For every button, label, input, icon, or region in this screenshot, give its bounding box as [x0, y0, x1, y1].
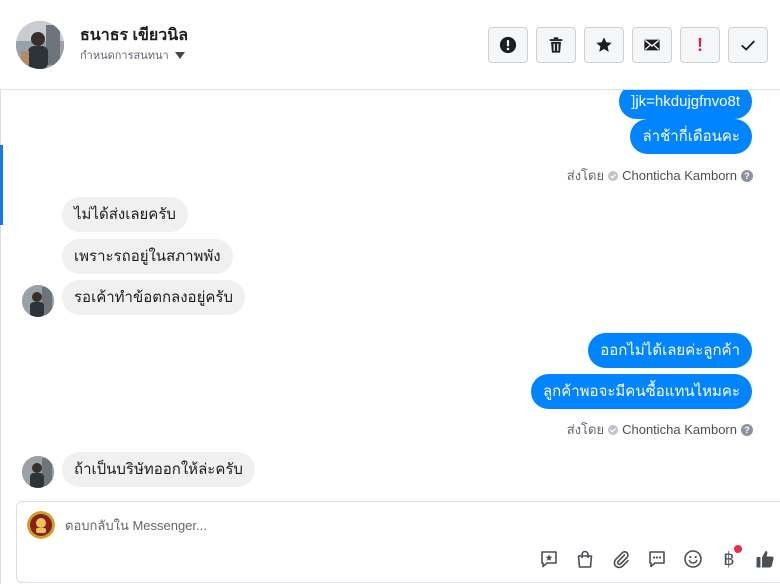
delete-button[interactable] — [536, 27, 576, 63]
reply-input[interactable] — [65, 514, 665, 536]
envelope-icon — [644, 39, 660, 51]
page-avatar — [27, 511, 55, 539]
checkmark-icon — [741, 40, 755, 51]
outgoing-message[interactable]: ออกไม่ได้เลยค่ะลูกค้า — [588, 333, 752, 368]
conversation-header: ธนาธร เขียวนิล กำหนดการสนทนา ! — [0, 0, 780, 90]
saved-reply-icon — [541, 551, 557, 568]
emoji-button[interactable] — [681, 547, 705, 571]
incoming-message[interactable]: ถ้าเป็นบริษัทออกให้ล่ะครับ — [62, 452, 255, 487]
chat-bubble-icon — [649, 551, 665, 568]
trash-icon — [549, 37, 563, 53]
message-thread[interactable]: ]jk=hkdujgfnvo8t ล่าช้ากี่เดือนคะ ส่งโดย… — [0, 90, 780, 500]
exclamation-circle-icon — [499, 36, 517, 54]
baht-payment-icon: ฿ — [723, 549, 735, 569]
notification-dot — [734, 545, 742, 553]
sender-name: Chonticha Kamborn — [622, 168, 737, 183]
attachment-icon — [613, 551, 629, 569]
saved-reply-button[interactable] — [537, 547, 561, 571]
conversation-status-dropdown[interactable]: กำหนดการสนทนา — [80, 46, 185, 64]
payment-button[interactable]: ฿ — [717, 545, 742, 571]
outgoing-message[interactable]: ลูกค้าพอจะมีคนซื้อแทนไหมคะ — [530, 374, 752, 409]
star-icon — [596, 37, 612, 52]
like-button[interactable] — [753, 547, 777, 571]
composer-toolbar: ฿ — [537, 545, 777, 571]
incoming-message[interactable]: เพราะรถอยู่ในสภาพพัง — [62, 239, 233, 274]
shopping-bag-icon — [577, 550, 593, 568]
incoming-message[interactable]: รอเค้าทำข้อตกลงอยู่ครับ — [62, 280, 245, 315]
sent-by-label: ส่งโดย Chonticha Kamborn ? — [567, 165, 753, 186]
message-template-button[interactable] — [645, 547, 669, 571]
reply-composer: ฿ — [16, 501, 780, 583]
contact-avatar-small — [22, 456, 54, 488]
mark-done-button[interactable] — [728, 27, 768, 63]
caret-down-icon — [174, 51, 185, 59]
verified-check-icon — [608, 170, 619, 181]
sender-name: Chonticha Kamborn — [622, 422, 737, 437]
like-icon — [756, 551, 774, 568]
report-button[interactable] — [488, 27, 528, 63]
outgoing-message[interactable]: ]jk=hkdujgfnvo8t — [619, 90, 752, 119]
attach-file-button[interactable] — [609, 547, 633, 571]
contact-avatar[interactable] — [16, 21, 64, 69]
shop-button[interactable] — [573, 547, 597, 571]
incoming-message[interactable]: ไม่ได้ส่งเลยครับ — [62, 197, 188, 232]
conversation-status-label: กำหนดการสนทนา — [80, 50, 169, 62]
help-icon[interactable]: ? — [741, 169, 753, 182]
conversation-actions: ! — [488, 27, 768, 63]
exclamation-icon: ! — [697, 35, 703, 55]
contact-name[interactable]: ธนาธร เขียวนิล — [80, 23, 188, 48]
help-icon[interactable]: ? — [741, 423, 753, 436]
mark-important-button[interactable]: ! — [680, 27, 720, 63]
verified-check-icon — [608, 424, 619, 435]
svg-text:?: ? — [744, 425, 750, 435]
contact-avatar-small — [22, 285, 54, 317]
svg-text:?: ? — [744, 171, 750, 181]
outgoing-message[interactable]: ล่าช้ากี่เดือนคะ — [630, 119, 752, 154]
mark-unread-button[interactable] — [632, 27, 672, 63]
emoji-icon — [684, 550, 702, 568]
sent-by-prefix: ส่งโดย — [566, 168, 605, 183]
sent-by-label: ส่งโดย Chonticha Kamborn ? — [567, 419, 753, 440]
star-button[interactable] — [584, 27, 624, 63]
sent-by-prefix: ส่งโดย — [566, 422, 605, 437]
